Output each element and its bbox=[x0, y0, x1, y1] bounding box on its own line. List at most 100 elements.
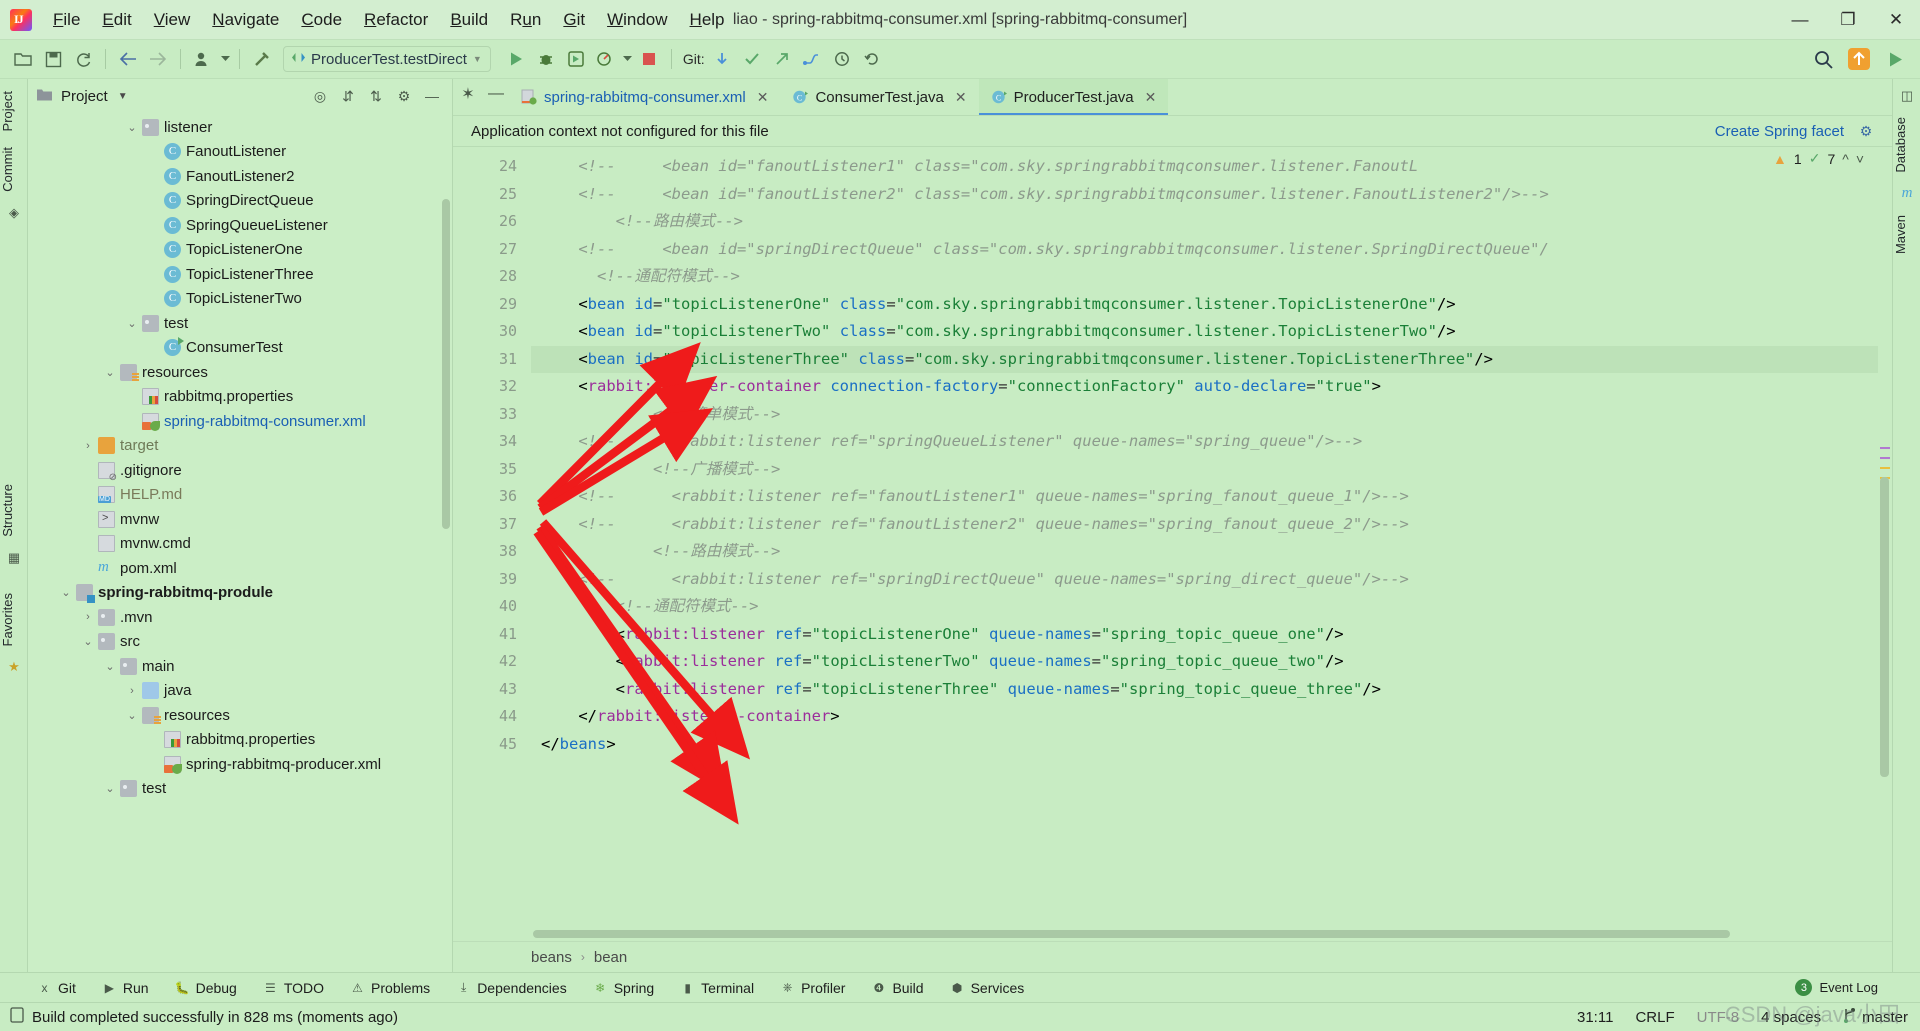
git-history-icon[interactable] bbox=[827, 44, 857, 74]
tree-node[interactable]: C FanoutListener2 bbox=[28, 164, 452, 189]
code-line[interactable]: <rabbit:listener ref="topicListenerOne" … bbox=[531, 621, 1892, 649]
tree-node[interactable]: ⌄ src bbox=[28, 630, 452, 655]
editor-marker-bar[interactable] bbox=[1878, 147, 1892, 927]
menu-window[interactable]: Window bbox=[596, 6, 678, 34]
tree-node[interactable]: rabbitmq.properties bbox=[28, 728, 452, 753]
toolwindow-todo[interactable]: ☰ TODO bbox=[250, 980, 337, 996]
menu-refactor[interactable]: Refactor bbox=[353, 6, 439, 34]
toolwindow-spring[interactable]: ❄ Spring bbox=[580, 980, 667, 996]
git-push-icon[interactable] bbox=[767, 44, 797, 74]
code-line[interactable]: <rabbit:listener-container connection-fa… bbox=[531, 373, 1892, 401]
code-line[interactable]: <!--广播模式--> bbox=[531, 456, 1892, 484]
menu-edit[interactable]: Edit bbox=[91, 6, 142, 34]
strip-tab-favorites[interactable]: Favorites bbox=[0, 585, 28, 654]
chevron-down-icon[interactable] bbox=[218, 44, 232, 74]
structure-diamond-icon[interactable]: ◈ bbox=[0, 200, 28, 226]
tree-node[interactable]: ⌄ listener bbox=[28, 115, 452, 140]
profile-button[interactable] bbox=[591, 44, 621, 74]
back-arrow-icon[interactable] bbox=[113, 44, 143, 74]
menu-build[interactable]: Build bbox=[439, 6, 499, 34]
chevron-down-icon[interactable] bbox=[621, 44, 634, 74]
twisty-icon[interactable]: ⌄ bbox=[122, 317, 142, 330]
line-number[interactable]: 33 bbox=[453, 401, 531, 429]
line-number[interactable]: 37 bbox=[453, 511, 531, 539]
code-line[interactable]: <!--简单模式--> bbox=[531, 401, 1892, 429]
git-update-icon[interactable] bbox=[707, 44, 737, 74]
tree-node[interactable]: › .mvn bbox=[28, 605, 452, 630]
twisty-icon[interactable]: › bbox=[78, 611, 98, 623]
strip-tab-structure[interactable]: Structure bbox=[0, 476, 28, 545]
code-line[interactable]: <bean id="topicListenerThree" class="com… bbox=[531, 345, 1892, 373]
code-line[interactable]: <!-- <bean id="fanoutListener2" class="c… bbox=[531, 181, 1892, 209]
code-line[interactable]: <!-- <rabbit:listener ref="springQueueLi… bbox=[531, 428, 1892, 456]
menu-run[interactable]: Run bbox=[499, 6, 552, 34]
line-number[interactable]: 41 bbox=[453, 621, 531, 649]
tree-node[interactable]: C ConsumerTest bbox=[28, 336, 452, 361]
toolwindow-debug[interactable]: 🐛 Debug bbox=[162, 980, 250, 996]
search-icon[interactable] bbox=[1808, 44, 1838, 74]
line-number[interactable]: 34▸ bbox=[453, 428, 545, 456]
toolwindow-git[interactable]: x Git bbox=[24, 980, 89, 996]
code-viewport[interactable]: 2425▸2627▸28293031323334▸3536373839▸4041… bbox=[453, 147, 1892, 927]
line-number[interactable]: 45 bbox=[453, 731, 531, 759]
code-line[interactable]: <rabbit:listener ref="topicListenerThree… bbox=[531, 676, 1892, 704]
menu-file[interactable]: File bbox=[42, 6, 91, 34]
breadcrumb-item-1[interactable]: bean bbox=[594, 949, 627, 966]
project-tree[interactable]: ⌄ listener C FanoutListener C FanoutListener2… bbox=[28, 113, 452, 972]
close-icon[interactable]: ✕ bbox=[757, 89, 769, 106]
inspection-widget[interactable]: ▲ 1 ✓ 7 ^ ˅ bbox=[1773, 150, 1864, 167]
debug-button[interactable] bbox=[531, 44, 561, 74]
tree-node[interactable]: .gitignore bbox=[28, 458, 452, 483]
editor-vertical-scrollbar[interactable] bbox=[1880, 477, 1889, 777]
code-line[interactable]: <!-- <rabbit:listener ref="fanoutListene… bbox=[531, 483, 1892, 511]
twisty-icon[interactable]: ⌄ bbox=[78, 635, 98, 648]
event-log-button[interactable]: 3 Event Log bbox=[1795, 979, 1920, 996]
code-line[interactable]: <bean id="topicListenerTwo" class="com.s… bbox=[531, 318, 1892, 346]
menu-navigate[interactable]: Navigate bbox=[201, 6, 290, 34]
tree-node[interactable]: › java bbox=[28, 679, 452, 704]
save-all-icon[interactable] bbox=[38, 44, 68, 74]
code-text[interactable]: <!-- <bean id="fanoutListener1" class="c… bbox=[531, 147, 1892, 927]
twisty-icon[interactable]: ⌄ bbox=[100, 782, 120, 795]
tree-node[interactable]: C FanoutListener bbox=[28, 140, 452, 165]
menu-view[interactable]: View bbox=[143, 6, 202, 34]
close-button[interactable]: ✕ bbox=[1872, 0, 1920, 40]
toolwindow-dependencies[interactable]: ⤓ Dependencies bbox=[443, 980, 580, 996]
line-number[interactable]: 44 bbox=[453, 703, 531, 731]
close-icon[interactable]: ✕ bbox=[1145, 89, 1157, 106]
sync-icon[interactable] bbox=[68, 44, 98, 74]
tree-node[interactable]: C SpringQueueListener bbox=[28, 213, 452, 238]
stop-button[interactable] bbox=[634, 44, 664, 74]
caret-position[interactable]: 31:11 bbox=[1577, 1009, 1613, 1026]
tree-node[interactable]: spring-rabbitmq-producer.xml bbox=[28, 752, 452, 777]
editor-tab-1[interactable]: C ConsumerTest.java ✕ bbox=[780, 79, 978, 115]
code-line[interactable]: <!-- <rabbit:listener ref="springDirectQ… bbox=[531, 566, 1892, 594]
twisty-icon[interactable]: › bbox=[122, 685, 142, 697]
tree-node[interactable]: HELP.md bbox=[28, 483, 452, 508]
gear-icon[interactable]: ⚙ bbox=[1854, 119, 1878, 143]
code-line[interactable]: <!--通配符模式--> bbox=[531, 593, 1892, 621]
strip-tab-commit[interactable]: Commit bbox=[0, 139, 28, 200]
tree-node[interactable]: m pom.xml bbox=[28, 556, 452, 581]
line-number[interactable]: 29 bbox=[453, 291, 531, 319]
tree-node[interactable]: ⌄ test bbox=[28, 777, 452, 802]
line-number[interactable]: 30 bbox=[453, 318, 531, 346]
twisty-icon[interactable]: ⌄ bbox=[122, 709, 142, 722]
build-hammer-icon[interactable] bbox=[247, 44, 277, 74]
update-available-icon[interactable] bbox=[1844, 44, 1874, 74]
code-line[interactable]: </rabbit:listener-container> bbox=[531, 703, 1892, 731]
create-spring-facet-link[interactable]: Create Spring facet bbox=[1715, 123, 1844, 140]
line-number[interactable]: 43 bbox=[453, 676, 531, 704]
twisty-icon[interactable]: ⌄ bbox=[100, 660, 120, 673]
tree-node[interactable]: mvnw bbox=[28, 507, 452, 532]
hide-panel-icon[interactable]: — bbox=[420, 84, 444, 108]
minimize-button[interactable]: — bbox=[1776, 0, 1824, 40]
menu-help[interactable]: Help bbox=[679, 6, 736, 34]
editor-tab-0[interactable]: spring-rabbitmq-consumer.xml ✕ bbox=[509, 79, 780, 115]
line-number[interactable]: 32 bbox=[453, 373, 531, 401]
tree-node[interactable]: ⌄ resources bbox=[28, 703, 452, 728]
modules-icon[interactable]: ▦ bbox=[0, 545, 28, 571]
vcs-user-icon[interactable] bbox=[188, 44, 218, 74]
hide-editor-icon[interactable]: — bbox=[483, 79, 509, 109]
menu-code[interactable]: Code bbox=[290, 6, 353, 34]
